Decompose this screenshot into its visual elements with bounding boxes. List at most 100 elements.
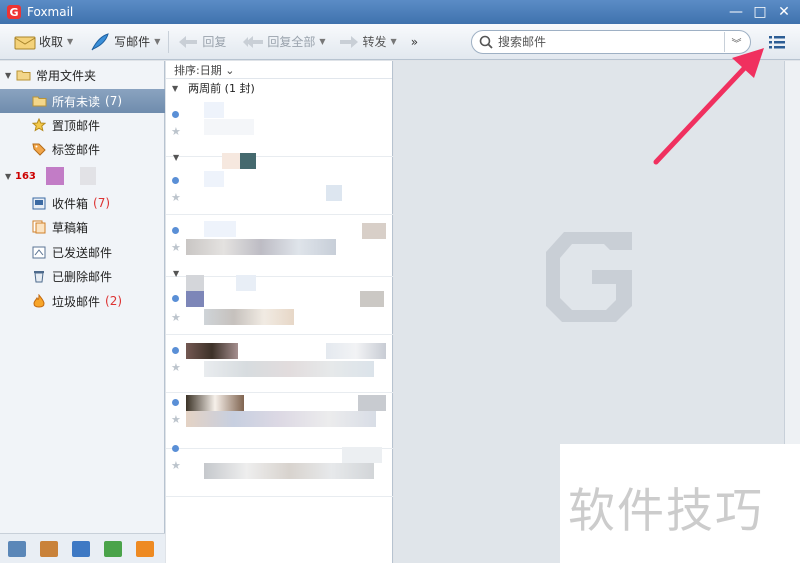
forward-arrow-icon [338,33,360,51]
tag-icon [31,142,47,156]
compose-button[interactable]: 写邮件 ▼ [85,28,164,56]
junk-icon [31,294,47,308]
date-group-header[interactable]: ▼ 两周前 (1 封) [166,79,392,97]
star-icon[interactable]: ★ [171,125,181,138]
unread-dot-icon [172,227,179,234]
receive-button[interactable]: 收取 ▼ [10,28,77,56]
close-button[interactable]: ✕ [774,2,794,22]
star-icon[interactable]: ★ [171,413,181,426]
account-163-badge: 163 [15,170,36,182]
blurred-preview [326,185,342,201]
mail-icon[interactable] [8,540,26,557]
list-menu-icon [769,36,785,49]
blurred-preview [362,223,386,239]
list-item[interactable]: ★ [166,219,393,277]
calendar-icon[interactable] [72,540,90,557]
folder-icon [15,68,31,82]
blurred-subject [204,309,294,325]
rss-icon[interactable] [136,540,154,557]
maximize-button[interactable]: □ [750,2,770,22]
foxmail-logo-icon: G [7,5,21,19]
reply-arrow-icon [177,33,199,51]
more-button[interactable]: » [411,35,418,49]
blurred-avatar [186,275,204,291]
blurred-sender [204,102,224,118]
blurred-subject [186,411,376,427]
sent-icon [31,245,47,259]
account-avatar [45,167,64,185]
feather-pen-icon [89,32,111,51]
list-item[interactable]: ★ [166,439,393,497]
sidebar-item-tagged[interactable]: 标签邮件 [0,137,165,161]
list-item[interactable]: ★ [166,99,393,157]
notes-icon[interactable] [104,540,122,557]
module-switcher [0,533,165,563]
reply-button[interactable]: 回复 [173,28,230,56]
inbox-icon [31,196,47,210]
site-watermark-text: 软件技巧 [568,484,764,539]
annotation-arrow-icon [653,48,764,165]
blurred-avatar [186,343,238,359]
search-icon [479,35,493,49]
reply-all-arrow-icon [242,33,264,51]
chevron-down-icon[interactable]: ▼ [154,37,160,46]
favorites-group-header[interactable]: ▼ 常用文件夹 [0,63,165,87]
minimize-button[interactable]: — [726,2,746,22]
blurred-preview [358,395,386,411]
drafts-icon [31,220,47,234]
star-icon [31,118,47,132]
blurred-subject [204,463,374,479]
unread-dot-icon [172,445,179,452]
unread-dot-icon [172,177,179,184]
blurred-sender [204,221,236,237]
blurred-avatar [186,291,204,307]
unread-count: (2) [105,294,123,308]
folder-sidebar: ▼ 常用文件夹 所有未读 (7) 置顶邮件 标签邮件 ▼ 163 收件箱 (7) 草… [0,61,165,563]
contacts-icon[interactable] [40,540,58,557]
blurred-avatar [186,395,244,411]
blurred-avatar [240,153,256,169]
list-item[interactable]: ★ [166,275,393,335]
chevron-down-icon[interactable]: ▼ [67,37,73,46]
folder-icon [31,94,47,108]
unread-count: (7) [93,196,111,210]
blurred-preview [342,447,382,463]
sort-selector[interactable]: 排序:日期 ⌄ [166,61,392,79]
sidebar-item-drafts[interactable]: 草稿箱 [0,215,165,239]
blurred-sender [236,275,256,291]
title-bar: G Foxmail — □ ✕ [0,0,800,24]
sidebar-item-sent[interactable]: 已发送邮件 [0,240,165,264]
star-icon[interactable]: ★ [171,311,181,324]
star-icon[interactable]: ★ [171,241,181,254]
reply-all-button[interactable]: 回复全部 ▼ [238,28,329,56]
forward-button[interactable]: 转发 ▼ [334,28,401,56]
blurred-subject [204,119,254,135]
star-icon[interactable]: ★ [171,459,181,472]
blurred-subject [186,239,336,255]
blurred-subject [204,361,374,377]
blurred-subject [204,171,224,187]
account-name [79,167,96,185]
sidebar-item-pinned[interactable]: 置顶邮件 [0,113,165,137]
account-group-header[interactable]: ▼ 163 [0,164,165,188]
sidebar-item-deleted[interactable]: 已删除邮件 [0,264,165,288]
collapse-triangle-icon[interactable]: ▼ [172,84,178,93]
unread-count: (7) [105,94,123,108]
toolbar-divider [168,30,170,53]
blurred-sender [222,153,240,169]
unread-dot-icon [172,295,179,302]
unread-dot-icon [172,399,179,406]
star-icon[interactable]: ★ [171,361,181,374]
star-icon[interactable]: ★ [171,191,181,204]
sidebar-item-all-unread[interactable]: 所有未读 (7) [0,89,165,113]
sidebar-item-junk[interactable]: 垃圾邮件 (2) [0,289,165,313]
list-item[interactable]: ★ [166,335,393,393]
blurred-preview [360,291,384,307]
list-item[interactable]: ★ [166,153,393,215]
collapse-triangle-icon[interactable]: ▼ [5,71,15,80]
chevron-down-icon[interactable]: ▼ [391,37,397,46]
chevron-down-icon[interactable]: ▼ [319,37,325,46]
sidebar-item-inbox[interactable]: 收件箱 (7) [0,191,165,215]
collapse-triangle-icon[interactable]: ▼ [5,172,15,181]
unread-dot-icon [172,111,179,118]
